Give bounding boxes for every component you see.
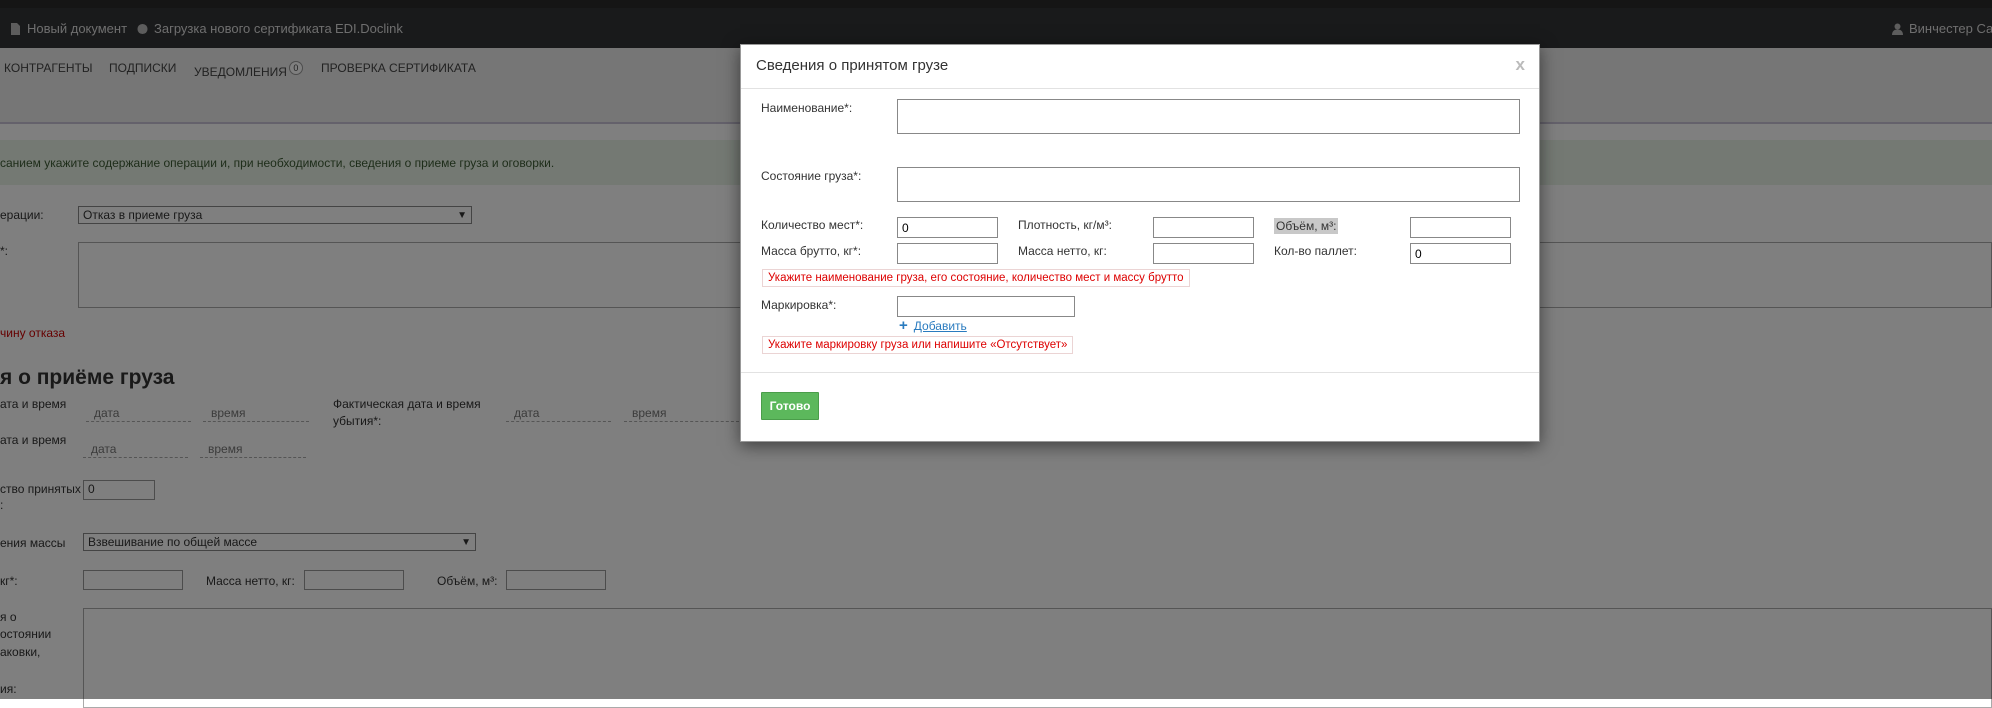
modal-title: Сведения о принятом грузе: [756, 57, 949, 74]
modal-header: Сведения о принятом грузе x: [741, 45, 1539, 89]
marking-error-message: Укажите маркировку груза или напишите «О…: [762, 336, 1074, 354]
marking-input[interactable]: [897, 296, 1075, 317]
accepted-cargo-modal: Сведения о принятом грузе x Наименование…: [740, 44, 1540, 442]
net-mass-input[interactable]: [1153, 243, 1254, 264]
name-label: Наименование*:: [761, 101, 853, 115]
places-label: Количество мест*:: [761, 218, 864, 232]
net-mass-label: Масса нетто, кг:: [1018, 244, 1107, 258]
pallets-input[interactable]: [1410, 243, 1511, 264]
close-icon[interactable]: x: [1516, 55, 1525, 75]
condition-input[interactable]: [897, 167, 1520, 202]
places-input[interactable]: [897, 217, 998, 238]
cargo-error-message: Укажите наименование груза, его состояни…: [762, 269, 1190, 287]
volume-label: Объём, м³:: [1274, 218, 1339, 234]
marking-label: Маркировка*:: [761, 298, 837, 312]
modal-divider: [741, 372, 1539, 373]
density-label: Плотность, кг/м³:: [1018, 218, 1112, 232]
condition-label: Состояние груза*:: [761, 169, 862, 183]
plus-icon: +: [899, 317, 908, 334]
pallets-label: Кол-во паллет:: [1274, 244, 1357, 258]
gross-mass-label: Масса брутто, кг*:: [761, 244, 862, 258]
gross-mass-input[interactable]: [897, 243, 998, 264]
volume-input[interactable]: [1410, 217, 1511, 238]
add-marking-link[interactable]: + Добавить: [899, 317, 967, 334]
density-input[interactable]: [1153, 217, 1254, 238]
add-marking-label: Добавить: [913, 319, 967, 333]
done-button[interactable]: Готово: [761, 392, 819, 420]
name-input[interactable]: [897, 99, 1520, 134]
